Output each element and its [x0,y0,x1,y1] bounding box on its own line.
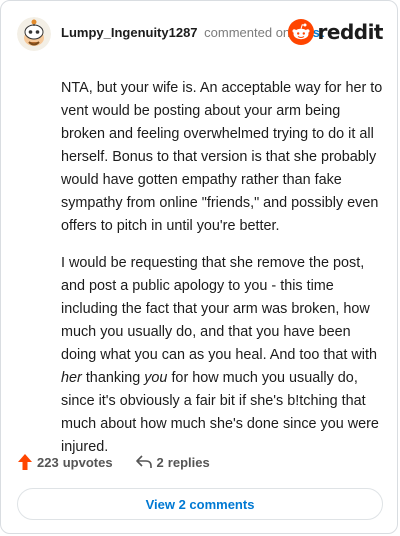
upvote-label: upvotes [62,454,113,470]
snoo-avatar-icon [17,17,51,51]
comment-body: NTA, but your wife is. An acceptable way… [61,77,385,473]
view-comments-button[interactable]: View 2 comments [17,488,383,520]
upvote-arrow-icon [18,454,32,470]
upvote-count: 223 [37,454,59,470]
comment-card: Lumpy_Ingenuity1287 commented on post re… [0,0,398,534]
replies-button[interactable]: 2 replies [135,454,210,470]
reddit-snoo-icon [287,19,314,45]
p2-mid: thanking [85,370,141,386]
emphasis-you: you [144,370,168,386]
comment-header: Lumpy_Ingenuity1287 commented on post re… [17,15,384,53]
p2-body: and post a public apology to you - this … [61,278,378,363]
comment-paragraph-2: I would be requesting that she remove th… [61,252,385,459]
p2-lead: I would be requesting that she remove th… [61,255,365,271]
commented-on-text: commented on [204,25,291,40]
reply-arrow-icon [135,455,152,468]
replies-label: replies [167,454,210,470]
username-link[interactable]: Lumpy_Ingenuity1287 [61,25,198,40]
upvote-button[interactable]: 223 upvotes [17,453,113,471]
comment-paragraph-1: NTA, but your wife is. An acceptable way… [61,80,383,234]
replies-count: 2 [156,454,164,470]
reddit-wordmark: reddit [317,20,384,44]
comment-meta: Lumpy_Ingenuity1287 commented on post [61,25,324,41]
reddit-logo[interactable]: reddit [287,19,384,45]
emphasis-her: her [61,370,82,386]
comment-footer: 223 upvotes 2 replies [17,453,210,471]
avatar[interactable] [17,17,51,51]
